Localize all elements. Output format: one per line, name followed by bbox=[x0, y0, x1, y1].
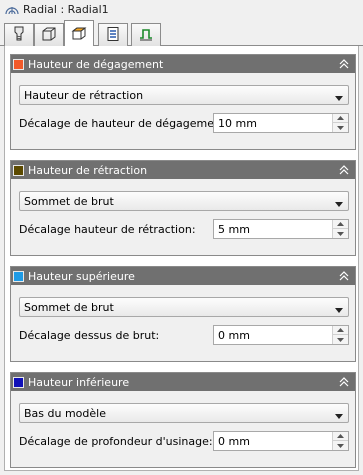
top-height-section: Hauteur supérieure Sommet de brut Décala… bbox=[10, 266, 356, 362]
section-title: Hauteur de rétraction bbox=[28, 163, 148, 177]
top-offset-input[interactable]: 0 mm bbox=[213, 325, 349, 345]
color-swatch bbox=[13, 58, 24, 70]
collapse-chevron-icon[interactable] bbox=[338, 57, 350, 71]
select-value: Sommet de brut bbox=[24, 194, 114, 208]
color-swatch bbox=[13, 270, 24, 282]
clearance-height-from-select[interactable]: Hauteur de rétraction bbox=[19, 85, 349, 105]
tab-geometry[interactable] bbox=[34, 23, 64, 46]
heights-cube-icon bbox=[70, 24, 88, 45]
select-value: Hauteur de rétraction bbox=[24, 88, 144, 102]
dropdown-arrow-icon bbox=[335, 410, 343, 419]
select-value: Bas du modèle bbox=[24, 406, 106, 420]
spinner bbox=[332, 220, 348, 238]
retract-offset-input[interactable]: 5 mm bbox=[213, 219, 349, 239]
offset-label: Décalage dessus de brut: bbox=[19, 329, 160, 342]
stock-cube-icon bbox=[41, 26, 57, 45]
tab-linking[interactable] bbox=[131, 23, 161, 46]
tab-heights[interactable] bbox=[64, 20, 94, 47]
tab-strip bbox=[0, 18, 363, 47]
clearance-height-section: Hauteur de dégagement Hauteur de rétract… bbox=[10, 54, 356, 150]
section-header[interactable]: Hauteur de dégagement bbox=[11, 55, 355, 73]
clearance-offset-input[interactable]: 10 mm bbox=[213, 113, 349, 133]
title-bar: Radial : Radial1 bbox=[0, 0, 363, 18]
offset-label: Décalage hauteur de rétraction: bbox=[19, 223, 196, 236]
passes-icon bbox=[105, 26, 121, 45]
tool-icon bbox=[12, 26, 26, 45]
tab-passes[interactable] bbox=[98, 23, 128, 46]
bottom-offset-input[interactable]: 0 mm bbox=[213, 431, 349, 451]
spin-up-icon[interactable] bbox=[333, 326, 348, 335]
offset-value: 0 mm bbox=[218, 328, 250, 342]
spin-down-icon[interactable] bbox=[333, 335, 348, 344]
offset-label: Décalage de hauteur de dégagement: bbox=[19, 117, 230, 130]
linking-icon bbox=[138, 26, 154, 45]
offset-value: 0 mm bbox=[218, 434, 250, 448]
spinner bbox=[332, 114, 348, 132]
spin-up-icon[interactable] bbox=[333, 432, 348, 441]
section-title: Hauteur de dégagement bbox=[28, 57, 164, 71]
dropdown-arrow-icon bbox=[335, 198, 343, 207]
spinner bbox=[332, 326, 348, 344]
window-title: Radial : Radial1 bbox=[23, 2, 109, 16]
section-title: Hauteur inférieure bbox=[28, 375, 130, 389]
retract-height-from-select[interactable]: Sommet de brut bbox=[19, 191, 349, 211]
offset-value: 10 mm bbox=[218, 116, 257, 130]
heights-tab-content: Hauteur de dégagement Hauteur de rétract… bbox=[4, 46, 359, 471]
offset-value: 5 mm bbox=[218, 222, 250, 236]
select-value: Sommet de brut bbox=[24, 300, 114, 314]
section-title: Hauteur supérieure bbox=[28, 269, 135, 283]
collapse-chevron-icon[interactable] bbox=[338, 375, 350, 389]
collapse-chevron-icon[interactable] bbox=[338, 269, 350, 283]
bottom-height-section: Hauteur inférieure Bas du modèle Décalag… bbox=[10, 372, 356, 468]
color-swatch bbox=[13, 164, 24, 176]
spin-up-icon[interactable] bbox=[333, 220, 348, 229]
radial-strategy-icon bbox=[4, 2, 20, 16]
spin-down-icon[interactable] bbox=[333, 229, 348, 238]
tab-tool[interactable] bbox=[4, 23, 34, 46]
section-header[interactable]: Hauteur de rétraction bbox=[11, 161, 355, 179]
spinner bbox=[332, 432, 348, 450]
spin-up-icon[interactable] bbox=[333, 114, 348, 123]
color-swatch bbox=[13, 376, 24, 388]
spin-down-icon[interactable] bbox=[333, 123, 348, 132]
spin-down-icon[interactable] bbox=[333, 441, 348, 450]
collapse-chevron-icon[interactable] bbox=[338, 163, 350, 177]
dropdown-arrow-icon bbox=[335, 92, 343, 101]
retract-height-section: Hauteur de rétraction Sommet de brut Déc… bbox=[10, 160, 356, 256]
top-height-from-select[interactable]: Sommet de brut bbox=[19, 297, 349, 317]
section-header[interactable]: Hauteur supérieure bbox=[11, 267, 355, 285]
offset-label: Décalage de profondeur d'usinage: bbox=[19, 435, 213, 448]
section-header[interactable]: Hauteur inférieure bbox=[11, 373, 355, 391]
bottom-height-from-select[interactable]: Bas du modèle bbox=[19, 403, 349, 423]
dropdown-arrow-icon bbox=[335, 304, 343, 313]
